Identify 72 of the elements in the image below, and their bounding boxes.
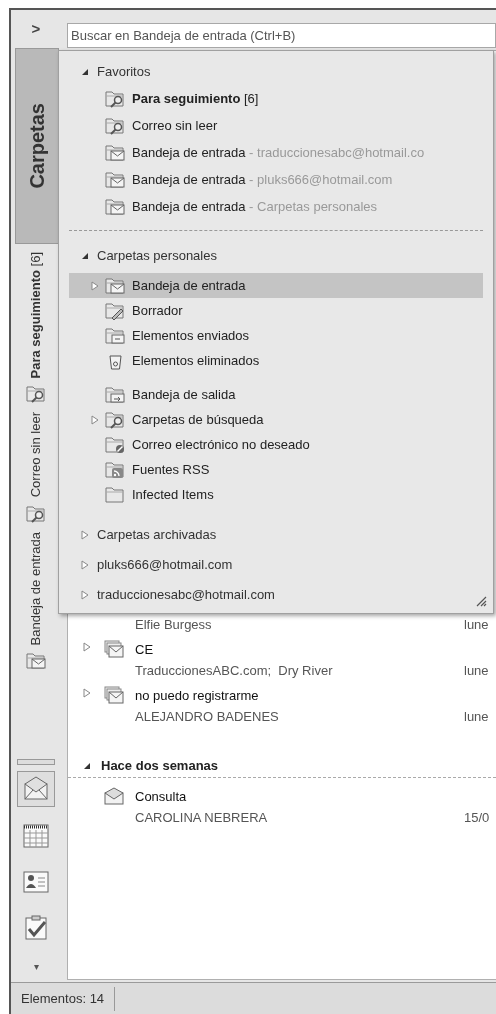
expand-arrow-icon[interactable] (81, 530, 89, 540)
junk-folder-icon (105, 434, 126, 455)
expand-arrow-icon[interactable] (81, 560, 89, 570)
section-header[interactable]: pluks666@hotmail.com (69, 551, 489, 579)
expand-pane-button[interactable]: > (11, 10, 61, 48)
open-envelope-icon (103, 786, 125, 806)
section-header[interactable]: traduccionesabc@hotmail.com (69, 581, 489, 609)
magnifier-folder-icon (25, 503, 47, 524)
message-date: lune (464, 616, 490, 634)
expand-arrow-icon[interactable] (91, 280, 99, 291)
resize-grip-icon[interactable] (475, 595, 487, 607)
folder-item[interactable]: Bandeja de entrada - traduccionesabc@hotmail.co (69, 139, 483, 166)
calendar-icon (21, 821, 51, 849)
folder-item[interactable]: Para seguimiento [6] (69, 85, 483, 112)
outbox-folder-icon (105, 384, 126, 405)
folder-item[interactable]: Carpetas de búsqueda (69, 407, 483, 432)
message-subject: CE (135, 641, 155, 659)
magnifier-folder-icon (105, 409, 126, 430)
collapse-arrow-icon[interactable] (81, 252, 89, 260)
expand-arrow-icon[interactable] (91, 414, 99, 425)
sent-folder-icon (105, 325, 126, 346)
conversation-icon (103, 685, 125, 705)
group-header[interactable]: Hace dos semanas (68, 755, 219, 777)
more-modules-button[interactable]: ▾ (33, 959, 39, 974)
message-sender: CAROLINA NEBRERA (135, 809, 268, 827)
folder-item[interactable]: Bandeja de entrada - Carpetas personales (69, 193, 483, 220)
folder-item[interactable]: Elementos eliminados (69, 348, 483, 373)
envelope-folder-icon (105, 142, 126, 163)
message-date: lune (464, 662, 490, 680)
envelope-folder-icon (105, 196, 126, 217)
shortcut-button[interactable]: Bandeja de entrada (25, 531, 47, 672)
envelope-folder-icon (105, 169, 126, 190)
search-field[interactable]: Buscar en Bandeja de entrada (Ctrl+B) (67, 23, 496, 48)
section-header[interactable]: Favoritos (69, 59, 489, 85)
module-button[interactable] (17, 771, 55, 807)
folder-item[interactable]: Infected Items (69, 482, 483, 507)
magnifier-folder-icon (105, 115, 126, 136)
collapse-arrow-icon[interactable] (81, 68, 89, 76)
envelope-folder-icon (25, 651, 47, 672)
expand-arrow-icon[interactable] (83, 688, 91, 698)
message-sender: Elfie Burgess (135, 616, 212, 634)
expand-arrow-icon[interactable] (83, 642, 91, 652)
message-sender: TraduccionesABC.com; Dry River (135, 662, 333, 680)
section-header[interactable]: Carpetas personales (69, 243, 489, 269)
conversation-icon (103, 639, 125, 659)
magnifier-folder-icon (25, 384, 47, 405)
envelope-folder-icon (105, 275, 126, 296)
message-sender: ALEJANDRO BADENES (135, 708, 279, 726)
shortcut-button[interactable]: Correo sin leer (25, 412, 47, 524)
folder-item[interactable]: Borrador (69, 298, 483, 323)
message-date: lune (464, 708, 490, 726)
folder-icon (105, 484, 126, 505)
section-header[interactable]: Carpetas archivadas (69, 521, 489, 549)
folder-item[interactable]: Correo electrónico no deseado (69, 432, 483, 457)
folder-item[interactable]: Fuentes RSS (69, 457, 483, 482)
pencil-folder-icon (105, 300, 126, 321)
folder-item[interactable]: Bandeja de entrada (69, 273, 483, 298)
folder-item[interactable]: Elementos enviados (69, 323, 483, 348)
message-subject: Consulta (135, 788, 188, 806)
collapse-arrow-icon[interactable] (83, 762, 91, 770)
shortcut-button[interactable]: Para seguimiento [6] (25, 252, 47, 405)
message-subject: no puedo registrarme (135, 687, 260, 705)
rss-folder-icon (105, 459, 126, 480)
expand-arrow-icon[interactable] (81, 590, 89, 600)
message-date: 15/0 (464, 809, 491, 827)
folder-item[interactable]: Bandeja de salida (69, 382, 483, 407)
folder-item[interactable]: Correo sin leer (69, 112, 483, 139)
mail-icon (21, 775, 51, 803)
magnifier-folder-icon (105, 88, 126, 109)
folders-button[interactable]: Carpetas (15, 48, 59, 244)
folder-item[interactable]: Bandeja de entrada - pluks666@hotmail.com (69, 166, 483, 193)
status-text: Elementos: 14 (11, 986, 116, 1011)
